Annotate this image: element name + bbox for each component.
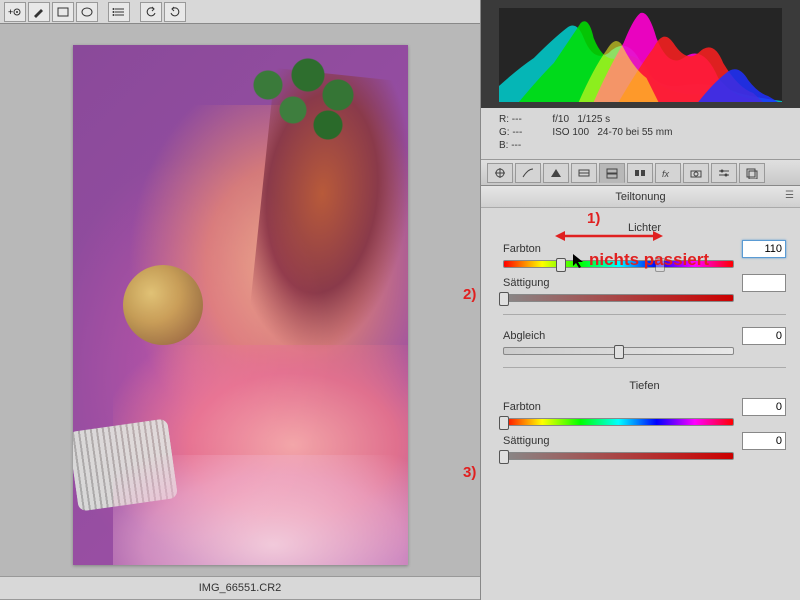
svg-text:+: + <box>8 7 13 17</box>
photo-info: R: --- G: --- B: --- f/10 1/125 s ISO 10… <box>481 108 800 160</box>
settings-pane: R: --- G: --- B: --- f/10 1/125 s ISO 10… <box>480 0 800 600</box>
histogram-area <box>481 0 800 108</box>
balance-row: Abgleich <box>503 327 786 345</box>
tool-rotate-ccw[interactable] <box>140 2 162 22</box>
tool-ellipse[interactable] <box>76 2 98 22</box>
balance-value[interactable] <box>742 327 786 345</box>
highlights-hue-thumb[interactable] <box>556 258 566 272</box>
shadows-sat-value[interactable] <box>742 432 786 450</box>
tab-hsl-icon[interactable] <box>571 163 597 183</box>
info-g: G: --- <box>499 127 522 138</box>
preview-pane: + <box>0 0 480 600</box>
svg-text:fx: fx <box>662 169 670 179</box>
tool-rect[interactable] <box>52 2 74 22</box>
panel-body: Lichter Farbton Sättigung <box>481 208 800 600</box>
info-b: B: --- <box>499 140 522 151</box>
tool-rotate-cw[interactable] <box>164 2 186 22</box>
shadows-section-title: Tiefen <box>503 380 786 392</box>
shadows-hue-value[interactable] <box>742 398 786 416</box>
panel-menu-icon[interactable]: ☰ <box>785 190 794 201</box>
photo-preview[interactable] <box>73 45 408 565</box>
highlights-hue-slider[interactable] <box>503 260 734 268</box>
info-iso-lens: ISO 100 24-70 bei 55 mm <box>552 127 672 138</box>
filename-text: IMG_66551.CR2 <box>199 582 282 594</box>
balance-label: Abgleich <box>503 330 563 342</box>
highlights-hue-value[interactable] <box>742 240 786 258</box>
highlights-hue-label: Farbton <box>503 243 563 255</box>
tab-presets-icon[interactable] <box>739 163 765 183</box>
highlights-sat-slider[interactable] <box>503 294 734 302</box>
shadows-sat-row: Sättigung <box>503 432 786 450</box>
highlights-sat-value[interactable] <box>742 274 786 292</box>
shadows-sat-label: Sättigung <box>503 435 563 447</box>
photo-viewport <box>0 24 480 576</box>
tab-fx-icon[interactable]: fx <box>655 163 681 183</box>
balance-slider[interactable] <box>503 347 734 355</box>
filename-bar: IMG_66551.CR2 <box>0 576 480 600</box>
shadows-sat-slider[interactable] <box>503 452 734 460</box>
shadows-hue-slider[interactable] <box>503 418 734 426</box>
highlights-hue-row: Farbton <box>503 240 786 258</box>
highlights-sat-thumb[interactable] <box>499 292 509 306</box>
highlights-hue-thumb-ghost[interactable] <box>655 258 665 272</box>
shadows-sat-thumb[interactable] <box>499 450 509 464</box>
tab-splittone-icon[interactable] <box>599 163 625 183</box>
tab-curve-icon[interactable] <box>515 163 541 183</box>
tool-brush[interactable] <box>28 2 50 22</box>
tab-sliders-icon[interactable] <box>711 163 737 183</box>
shadows-hue-label: Farbton <box>503 401 563 413</box>
balance-thumb[interactable] <box>614 345 624 359</box>
tool-eye[interactable]: + <box>4 2 26 22</box>
top-toolbar: + <box>0 0 480 24</box>
highlights-section-title: Lichter <box>503 222 786 234</box>
info-r: R: --- <box>499 114 522 125</box>
tab-basic-icon[interactable] <box>487 163 513 183</box>
panel-tab-strip: fx <box>481 160 800 186</box>
highlights-sat-label: Sättigung <box>503 277 563 289</box>
highlights-sat-row: Sättigung <box>503 274 786 292</box>
tab-lens-icon[interactable] <box>627 163 653 183</box>
shadows-hue-row: Farbton <box>503 398 786 416</box>
panel-title: Teiltonung <box>615 191 665 203</box>
panel-header: Teiltonung ☰ <box>481 186 800 208</box>
tab-detail-icon[interactable] <box>543 163 569 183</box>
info-exposure: f/10 1/125 s <box>552 114 672 125</box>
tab-camera-icon[interactable] <box>683 163 709 183</box>
histogram[interactable] <box>499 8 782 102</box>
shadows-hue-thumb[interactable] <box>499 416 509 430</box>
tool-list[interactable] <box>108 2 130 22</box>
